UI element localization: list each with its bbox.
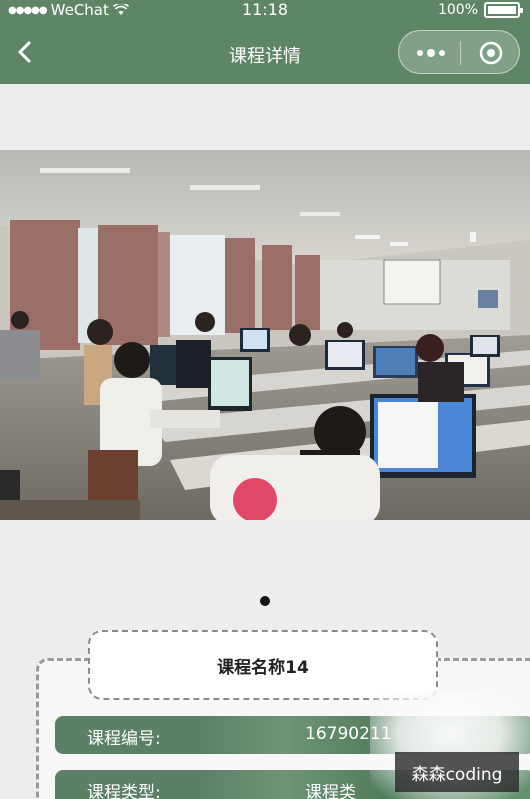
navigation-bar: 课程详情 [0,22,530,84]
menu-capsule [398,30,520,74]
more-dots-icon [417,49,445,57]
classroom-photo [0,150,530,520]
field-value: 课程类 [305,783,356,799]
status-bar: ●●●●● WeChat 11:18 100% [0,0,530,22]
battery-icon [484,2,523,18]
course-name: 课程名称14 [217,657,309,678]
target-close-icon [479,41,503,65]
field-label: 课程编号: [87,729,161,749]
status-right: 100% [437,2,523,18]
course-banner-image[interactable] [0,150,530,520]
watermark-label: 森森coding [395,752,519,792]
close-button[interactable] [467,37,515,69]
battery-level-fill [488,6,516,14]
battery-percent: 100% [437,2,478,18]
capsule-divider [460,41,461,65]
swiper-indicator-dot[interactable] [260,596,270,606]
more-button[interactable] [407,37,455,69]
field-label: 课程类型: [87,783,161,799]
